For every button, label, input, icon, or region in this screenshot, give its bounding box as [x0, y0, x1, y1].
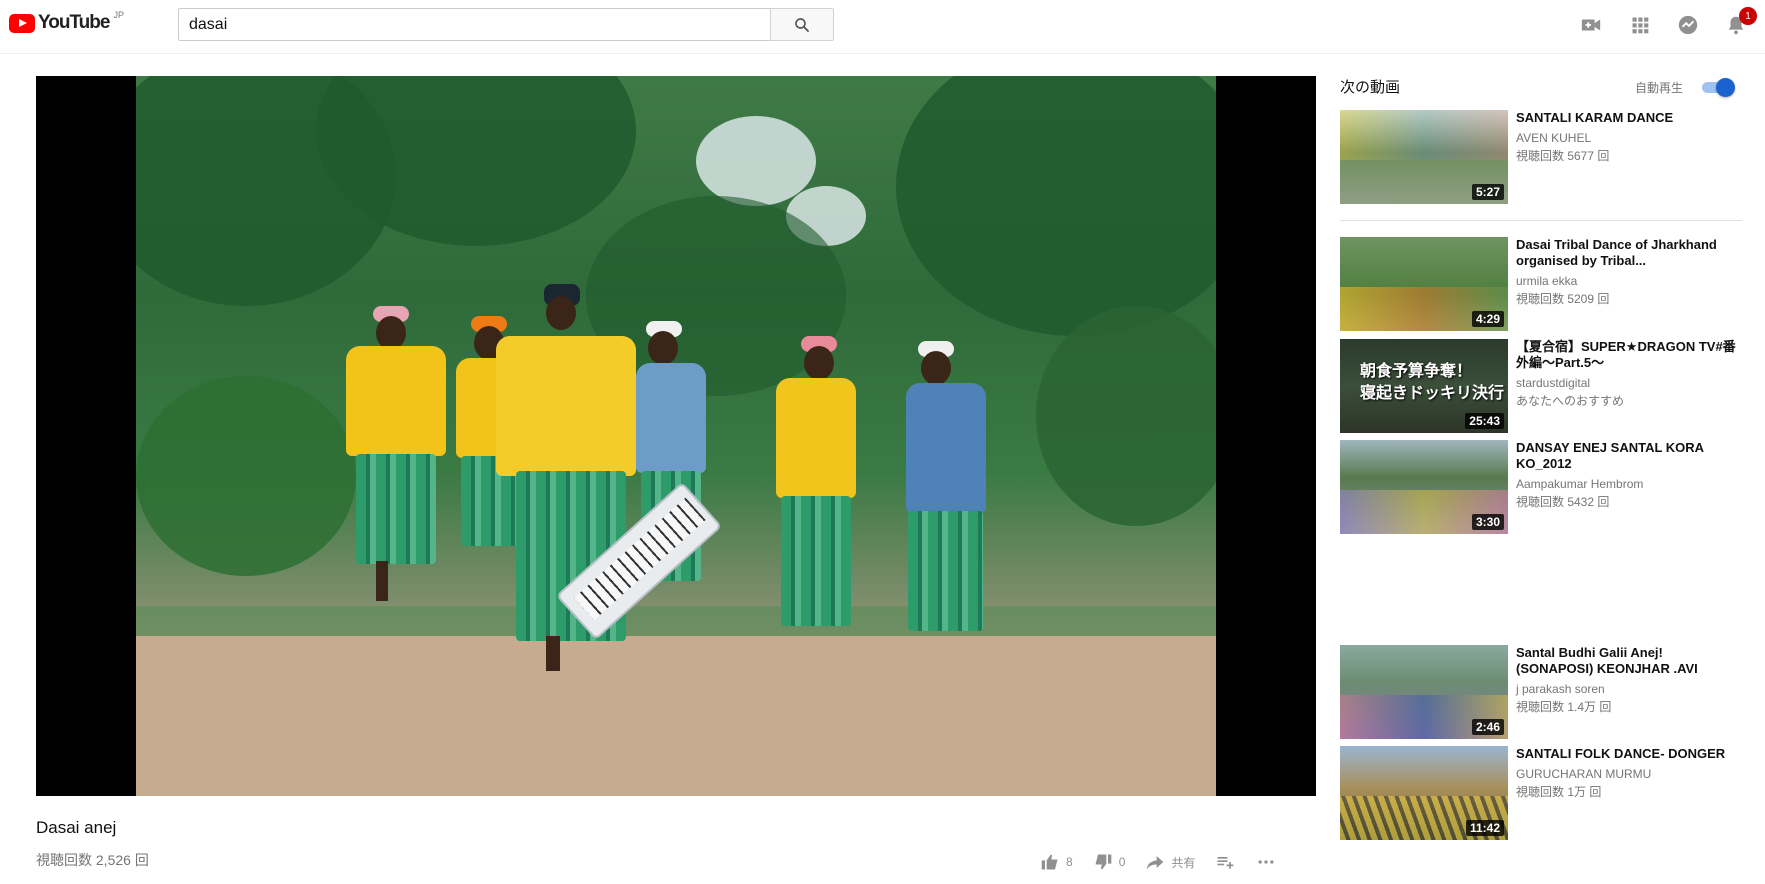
view-count: 視聴回数 5432 回	[1516, 495, 1610, 509]
video-duration: 25:43	[1465, 413, 1504, 429]
video-thumbnail[interactable]: 4:29	[1340, 237, 1508, 331]
view-count: 視聴回数 1万 回	[1516, 785, 1602, 799]
list-item[interactable]: 11:42 SANTALI FOLK DANCE- DONGER GURUCHA…	[1340, 746, 1742, 840]
video-player[interactable]	[36, 76, 1316, 796]
recommendation-note: あなたへのおすすめ	[1516, 394, 1625, 408]
add-to-playlist-icon	[1217, 857, 1234, 869]
dislike-count: 0	[1118, 855, 1126, 869]
like-button[interactable]: 8	[1040, 852, 1073, 872]
up-next-title: 次の動画	[1340, 79, 1401, 96]
share-arrow-icon	[1147, 856, 1164, 870]
notification-badge: 1	[1739, 7, 1757, 25]
apps-grid-icon	[1632, 17, 1649, 34]
video-duration: 11:42	[1465, 820, 1504, 836]
logo-region: JP	[113, 10, 124, 20]
video-title[interactable]: Dasai Tribal Dance of Jharkhand organise…	[1516, 237, 1736, 269]
share-label: 共有	[1171, 855, 1196, 870]
masthead: YouTube JP 1	[0, 0, 1765, 54]
video-frame	[136, 76, 1216, 796]
search-icon	[795, 17, 809, 32]
channel-name: j parakash soren	[1516, 682, 1605, 696]
video-thumbnail[interactable]: 2:46	[1340, 645, 1508, 739]
video-duration: 2:46	[1471, 719, 1504, 735]
video-title[interactable]: DANSAY ENEJ SANTAL KORA KO_2012	[1516, 440, 1736, 472]
search-button[interactable]	[770, 8, 834, 41]
list-item[interactable]: 4:29 Dasai Tribal Dance of Jharkhand org…	[1340, 237, 1742, 331]
video-thumbnail[interactable]: 11:42	[1340, 746, 1508, 840]
video-title: Dasai anej	[36, 818, 117, 837]
like-count: 8	[1066, 855, 1073, 869]
view-count: 視聴回数 5209 回	[1516, 292, 1610, 306]
youtube-logo[interactable]: YouTube JP	[9, 10, 124, 34]
video-duration: 3:30	[1471, 514, 1504, 530]
channel-name: Aampakumar Hembrom	[1516, 477, 1644, 491]
video-duration: 5:27	[1471, 184, 1504, 200]
list-item[interactable]: 3:30 DANSAY ENEJ SANTAL KORA KO_2012 Aam…	[1340, 440, 1742, 534]
up-next-header: 次の動画 自動再生	[1340, 76, 1742, 97]
thumbnail-caption-1: 朝食予算争奪！	[1360, 363, 1473, 380]
messages-icon	[1678, 15, 1698, 35]
upload-video-button[interactable]	[1579, 13, 1603, 37]
channel-name: urmila ekka	[1516, 274, 1578, 288]
video-title[interactable]: SANTALI FOLK DANCE- DONGER	[1516, 746, 1736, 762]
video-thumbnail[interactable]: 5:27	[1340, 110, 1508, 204]
messages-button[interactable]	[1676, 13, 1700, 37]
divider	[1340, 220, 1742, 221]
apps-button[interactable]	[1628, 13, 1652, 37]
view-count: 視聴回数 1.4万 回	[1516, 700, 1612, 714]
video-thumbnail[interactable]: 3:30	[1340, 440, 1508, 534]
list-item[interactable]: 朝食予算争奪！ 寝起きドッキリ決行 25:43 【夏合宿】SUPER★DRAGO…	[1340, 339, 1742, 433]
share-button[interactable]: 共有	[1145, 852, 1195, 872]
autoplay-toggle[interactable]	[1698, 78, 1735, 97]
youtube-play-logo-icon	[9, 13, 35, 33]
thumbs-up-icon	[1041, 854, 1058, 870]
search-input[interactable]	[179, 9, 770, 40]
channel-name: GURUCHARAN MURMU	[1516, 767, 1652, 781]
list-item[interactable]: 5:27 SANTALI KARAM DANCE AVEN KUHEL 視聴回数…	[1340, 110, 1742, 204]
logo-text: YouTube	[38, 12, 110, 33]
view-count: 視聴回数 5677 回	[1516, 149, 1610, 163]
list-item[interactable]: 2:46 Santal Budhi Galii Anej! (SONAPOSI)…	[1340, 645, 1742, 739]
video-actions: 8 0 共有	[1040, 850, 1297, 874]
more-horizontal-icon	[1258, 860, 1274, 864]
autoplay-label: 自動再生	[1635, 81, 1684, 95]
thumbs-down-icon	[1095, 854, 1112, 870]
channel-name: AVEN KUHEL	[1516, 131, 1592, 145]
channel-name: stardustdigital	[1516, 376, 1591, 390]
more-actions-button[interactable]	[1255, 852, 1277, 872]
video-thumbnail[interactable]: 朝食予算争奪！ 寝起きドッキリ決行 25:43	[1340, 339, 1508, 433]
video-title[interactable]: 【夏合宿】SUPER★DRAGON TV#番外編～Part.5～	[1516, 339, 1736, 371]
save-to-playlist-button[interactable]	[1215, 852, 1235, 872]
dislike-button[interactable]: 0	[1093, 852, 1126, 872]
video-title[interactable]: SANTALI KARAM DANCE	[1516, 110, 1736, 126]
video-view-count: 視聴回数 2,526 回	[36, 852, 149, 868]
thumbnail-caption-2: 寝起きドッキリ決行	[1360, 385, 1505, 402]
upload-video-icon	[1581, 19, 1601, 31]
video-title[interactable]: Santal Budhi Galii Anej! (SONAPOSI) KEON…	[1516, 645, 1736, 677]
video-duration: 4:29	[1471, 311, 1504, 327]
search-box	[178, 8, 770, 41]
